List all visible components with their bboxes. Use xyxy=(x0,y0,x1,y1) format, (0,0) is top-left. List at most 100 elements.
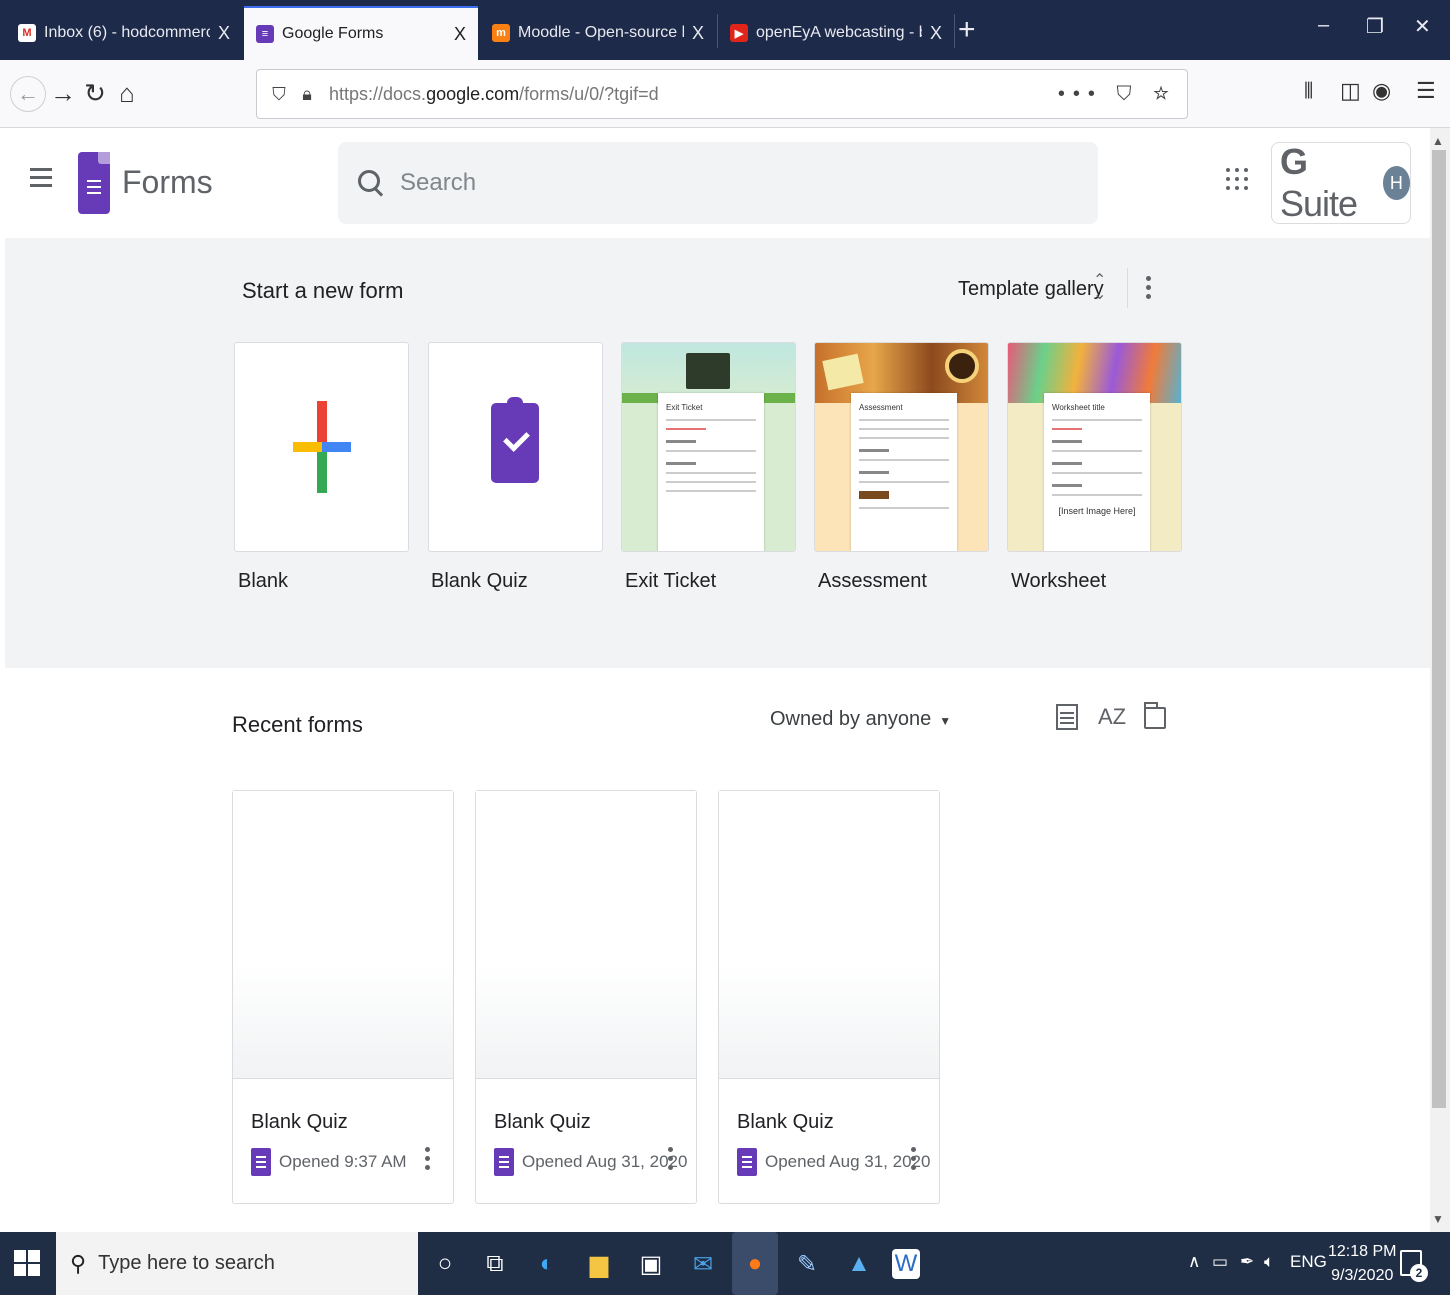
reload-icon[interactable]: ↻ xyxy=(78,74,112,112)
quiz-clipboard-icon xyxy=(491,397,539,483)
template-blank[interactable] xyxy=(234,342,409,552)
account-switcher[interactable]: G Suite H xyxy=(1271,141,1411,224)
tab-gmail[interactable]: M Inbox (6) - hodcommerce@va X xyxy=(6,6,242,60)
minimize-icon[interactable]: – xyxy=(1318,14,1329,37)
address-bar[interactable]: ⛉ 🔒︎ https://docs.google.com/forms/u/0/?… xyxy=(256,69,1188,119)
sort-az-icon[interactable]: AZ xyxy=(1098,704,1128,730)
search-icon[interactable] xyxy=(356,168,386,198)
template-blank-quiz[interactable] xyxy=(428,342,603,552)
search-placeholder: Search xyxy=(400,169,477,196)
list-view-icon[interactable] xyxy=(1056,704,1078,730)
tab-close-icon[interactable]: X xyxy=(454,24,466,45)
form-meta: Opened Aug 31, 2020 xyxy=(494,1148,687,1176)
scrollbar-thumb[interactable] xyxy=(1432,150,1446,1108)
browser-tab-strip: M Inbox (6) - hodcommerce@va X ≡ Google … xyxy=(0,0,1450,60)
edge-icon[interactable]: ◐ xyxy=(530,1247,564,1281)
template-label: Assessment xyxy=(818,570,927,592)
word-icon[interactable]: W xyxy=(892,1249,920,1279)
forward-icon[interactable]: → xyxy=(46,74,80,112)
file-explorer-icon[interactable]: ▆ xyxy=(582,1247,616,1281)
more-options-icon[interactable] xyxy=(668,1147,674,1174)
forms-icon xyxy=(251,1148,271,1176)
template-worksheet[interactable]: Worksheet title [Insert Image Here] xyxy=(1007,342,1182,552)
tab-separator xyxy=(954,14,955,48)
firefox-icon[interactable]: ● xyxy=(732,1232,778,1295)
restore-icon[interactable]: ❐ xyxy=(1366,14,1384,39)
tab-close-icon[interactable]: X xyxy=(218,23,230,44)
clock[interactable]: 12:18 PM 9/3/2020 xyxy=(1328,1240,1396,1288)
template-assessment[interactable]: Assessment xyxy=(814,342,989,552)
tab-close-icon[interactable]: X xyxy=(930,23,942,44)
tab-close-icon[interactable]: X xyxy=(692,23,704,44)
template-label: Worksheet xyxy=(1011,570,1107,592)
form-title: Blank Quiz xyxy=(737,1111,834,1133)
library-icon[interactable]: ⫴ xyxy=(1304,78,1313,104)
more-options-icon[interactable] xyxy=(911,1147,917,1174)
scroll-down-icon[interactable]: ▼ xyxy=(1432,1212,1444,1226)
task-view-icon[interactable]: ⧉ xyxy=(478,1247,512,1281)
form-thumbnail[interactable] xyxy=(719,791,939,1079)
menu-icon[interactable]: ☰ xyxy=(1416,78,1436,104)
show-hidden-icons[interactable]: ∧ xyxy=(1188,1252,1200,1272)
form-meta: Opened 9:37 AM xyxy=(251,1148,407,1176)
scroll-up-icon[interactable]: ▲ xyxy=(1432,134,1444,148)
mail-icon[interactable]: ✉ xyxy=(686,1247,720,1281)
url-text[interactable]: https://docs.google.com/forms/u/0/?tgif=… xyxy=(329,84,1058,105)
template-preview-page: Exit Ticket xyxy=(658,393,764,551)
lock-icon[interactable]: 🔒︎ xyxy=(293,80,321,108)
recent-form-card[interactable]: Blank Quiz Opened 9:37 AM xyxy=(232,790,454,1204)
forms-icon xyxy=(494,1148,514,1176)
photos-icon[interactable]: ▲ xyxy=(842,1247,876,1281)
form-meta: Opened Aug 31, 2020 xyxy=(737,1148,930,1176)
tab-moodle[interactable]: m Moodle - Open-source learnin X xyxy=(480,6,716,60)
recent-form-card[interactable]: Blank Quiz Opened Aug 31, 2020 xyxy=(718,790,940,1204)
pen-icon[interactable]: ✒ xyxy=(1240,1252,1254,1272)
template-label: Blank xyxy=(238,570,289,592)
template-preview-page: Assessment xyxy=(851,393,957,551)
cortana-icon[interactable]: ○ xyxy=(428,1247,462,1281)
windows-start-icon[interactable] xyxy=(14,1250,40,1276)
form-thumbnail[interactable] xyxy=(233,791,453,1079)
avatar[interactable]: H xyxy=(1382,166,1410,200)
windows-taskbar: ⚲ Type here to search ○ ⧉ ◐ ▆ ▣ ✉ ● ✎ ▲ … xyxy=(0,1232,1450,1295)
start-new-form-section: Start a new form Template gallery ⌃ ⌄ Bla… xyxy=(5,238,1430,668)
home-icon[interactable]: ⌂ xyxy=(110,74,144,112)
new-tab-button[interactable]: + xyxy=(958,12,976,48)
taskbar-search-input[interactable]: ⚲ Type here to search xyxy=(56,1232,418,1295)
page-actions[interactable]: ••• ⛉ ☆ xyxy=(1058,83,1177,106)
search-input[interactable]: Search xyxy=(338,142,1098,224)
tracking-shield-icon[interactable]: ⛉ xyxy=(265,80,293,108)
language-indicator[interactable]: ENG xyxy=(1290,1252,1327,1272)
network-icon[interactable]: ▭ xyxy=(1212,1252,1228,1272)
forms-icon xyxy=(737,1148,757,1176)
more-options-icon[interactable] xyxy=(1146,276,1152,303)
navigation-bar: ← → ↻ ⌂ ⛉ 🔒︎ https://docs.google.com/for… xyxy=(0,60,1450,128)
forms-logo-icon xyxy=(78,152,110,214)
owner-filter-dropdown[interactable]: Owned by anyone ▼ xyxy=(770,708,951,731)
dropdown-arrow-icon: ▼ xyxy=(939,714,952,728)
tab-openeya[interactable]: ▶ openEyA webcasting - blackbo X xyxy=(718,6,954,60)
paint-icon[interactable]: ✎ xyxy=(790,1247,824,1281)
close-window-icon[interactable]: ✕ xyxy=(1414,14,1431,39)
template-exit-ticket[interactable]: Exit Ticket xyxy=(621,342,796,552)
sidebar-icon[interactable]: ◫ xyxy=(1340,78,1361,104)
app-name[interactable]: Forms xyxy=(122,164,213,201)
main-menu-icon[interactable] xyxy=(30,168,52,192)
recent-form-card[interactable]: Blank Quiz Opened Aug 31, 2020 xyxy=(475,790,697,1204)
volume-icon[interactable]: 🔈︎ xyxy=(1264,1252,1274,1272)
more-options-icon[interactable] xyxy=(425,1147,431,1174)
recent-forms-title: Recent forms xyxy=(232,712,363,737)
template-gallery-button[interactable]: Template gallery xyxy=(958,278,1104,301)
google-apps-icon[interactable] xyxy=(1226,168,1248,190)
folder-icon[interactable] xyxy=(1144,702,1166,729)
form-thumbnail[interactable] xyxy=(476,791,696,1079)
gmail-icon: M xyxy=(18,24,36,42)
template-preview-page: Worksheet title [Insert Image Here] xyxy=(1044,393,1150,551)
back-icon[interactable]: ← xyxy=(10,76,46,112)
notification-icon[interactable]: 2 xyxy=(1400,1250,1428,1282)
store-icon[interactable]: ▣ xyxy=(634,1247,668,1281)
tab-google-forms[interactable]: ≡ Google Forms X xyxy=(244,6,478,60)
account-icon[interactable]: ◉ xyxy=(1372,78,1391,104)
template-label: Blank Quiz xyxy=(431,570,528,592)
unfold-icon[interactable]: ⌃ ⌄ xyxy=(1093,273,1106,303)
